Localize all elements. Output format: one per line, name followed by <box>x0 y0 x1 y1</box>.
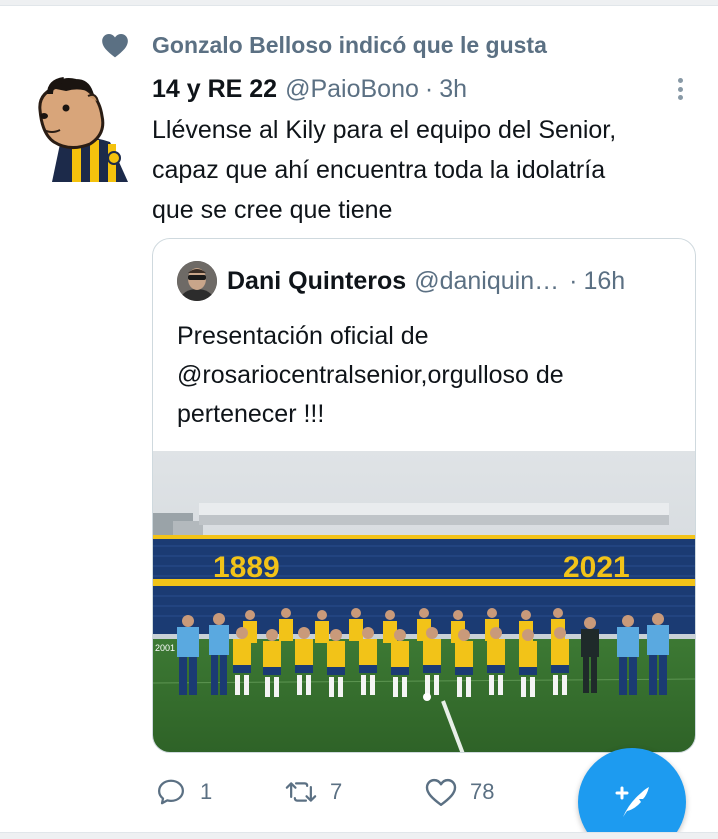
tweet-text-line: que se cree que tiene <box>152 196 393 224</box>
quoted-text-line[interactable]: @rosariocentralsenior,orgulloso de <box>177 356 677 395</box>
author-handle[interactable]: @PaioBono <box>285 75 419 104</box>
stand-year-left: 1889 <box>213 551 280 584</box>
retweet-button[interactable]: 7 <box>282 768 422 816</box>
compose-tweet-button[interactable] <box>578 748 686 839</box>
top-divider <box>0 0 718 6</box>
quoted-text-line: pertenecer !!! <box>177 400 325 428</box>
social-context: Gonzalo Belloso indicó que le gusta <box>100 28 547 62</box>
quoted-tweet-timestamp[interactable]: 16h <box>583 267 625 296</box>
quoted-text-line: Presentación oficial de <box>177 322 429 350</box>
reply-count: 1 <box>200 779 213 804</box>
capybara-avatar-icon <box>38 77 128 182</box>
more-vertical-icon[interactable] <box>670 74 690 104</box>
tweet-header: 14 y RE 22 @PaioBono · 3h <box>152 70 467 108</box>
quoted-author-display-name[interactable]: Dani Quinteros <box>227 267 406 296</box>
retweet-count: 7 <box>330 779 343 804</box>
quoted-tweet-card[interactable]: Dani Quinteros @daniquin… · 16h Presenta… <box>152 238 696 753</box>
heart-filled-icon <box>100 30 130 60</box>
person-avatar-icon <box>177 261 217 301</box>
quoted-tweet-header: Dani Quinteros @daniquin… · 16h <box>177 261 625 301</box>
like-button[interactable]: 78 <box>422 768 562 816</box>
tweet-timestamp[interactable]: 3h <box>439 75 467 104</box>
quoted-author-handle[interactable]: @daniquin… <box>414 267 559 296</box>
author-display-name[interactable]: 14 y RE 22 <box>152 75 277 104</box>
reply-button[interactable]: 1 <box>152 768 282 816</box>
tweet-text-line: capaz que ahí encuentra toda la idolatrí… <box>152 156 606 184</box>
separator-dot: · <box>569 266 578 295</box>
bottom-divider <box>0 832 718 839</box>
tweet-action-bar: 1 7 78 <box>152 768 562 816</box>
heart-outline-icon <box>422 773 460 811</box>
quoted-tweet-text: Presentación oficial de @rosariocentrals… <box>177 317 677 434</box>
stadium-team-photo: 1889 2021 2001 <box>153 451 695 752</box>
compose-feather-icon <box>609 777 655 828</box>
team-photo[interactable]: 1889 2021 2001 <box>153 451 695 752</box>
tweet-text: Llévense al Kily para el equipo del Seni… <box>152 110 702 230</box>
retweet-icon <box>282 773 320 811</box>
reply-icon <box>152 773 190 811</box>
stand-year-right: 2021 <box>563 551 630 584</box>
social-context-text: Gonzalo Belloso indicó que le gusta <box>152 31 547 58</box>
quoted-author-avatar[interactable] <box>177 261 217 301</box>
author-avatar[interactable] <box>30 72 136 182</box>
pitch-sign: 2001 <box>155 643 175 653</box>
tweet-text-line: Llévense al Kily para el equipo del Seni… <box>152 116 617 144</box>
like-count: 78 <box>470 779 495 804</box>
separator-dot: · <box>424 74 434 103</box>
